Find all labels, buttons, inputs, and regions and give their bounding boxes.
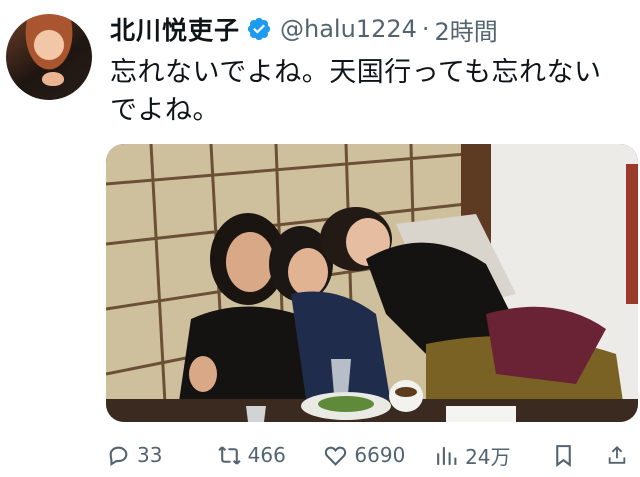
- retweet-button[interactable]: 466: [217, 443, 324, 468]
- tweet-text-line-1: 忘れないでよね。天国行っても忘れない: [110, 57, 602, 88]
- like-count: 6690: [354, 443, 406, 467]
- reply-icon: [109, 446, 128, 466]
- views-count: 24万: [465, 444, 511, 469]
- tweet-timestamp[interactable]: 2時間: [435, 12, 498, 47]
- retweet-count: 466: [247, 443, 286, 467]
- tweet-text-line-2: でよね。: [110, 95, 220, 126]
- photo-scene: [106, 144, 638, 422]
- bookmark-button[interactable]: [551, 443, 606, 468]
- author-name[interactable]: 北川悦吏子: [110, 11, 240, 47]
- heart-icon: [325, 446, 347, 466]
- bookmark-icon: [555, 444, 571, 467]
- share-icon: [608, 445, 626, 464]
- separator-dot: ·: [421, 15, 430, 43]
- share-button[interactable]: [606, 443, 634, 468]
- author-avatar[interactable]: [6, 14, 92, 100]
- views-button[interactable]: 24万: [434, 441, 551, 470]
- retweet-icon: [218, 445, 241, 465]
- reply-button[interactable]: 33: [106, 443, 217, 468]
- author-handle[interactable]: @halu1224: [280, 15, 417, 43]
- reply-count: 33: [137, 443, 163, 467]
- tweet-photo[interactable]: [106, 144, 638, 422]
- tweet-text: 忘れないでよね。天国行っても忘れない でよね。: [110, 54, 620, 130]
- tweet-header: 北川悦吏子 @halu1224 · 2時間: [110, 12, 498, 46]
- tweet-actions-bar: 33 466 6690 24万: [106, 440, 634, 470]
- verified-badge-icon[interactable]: [246, 16, 272, 42]
- like-button[interactable]: 6690: [323, 443, 434, 468]
- views-icon: [437, 446, 457, 465]
